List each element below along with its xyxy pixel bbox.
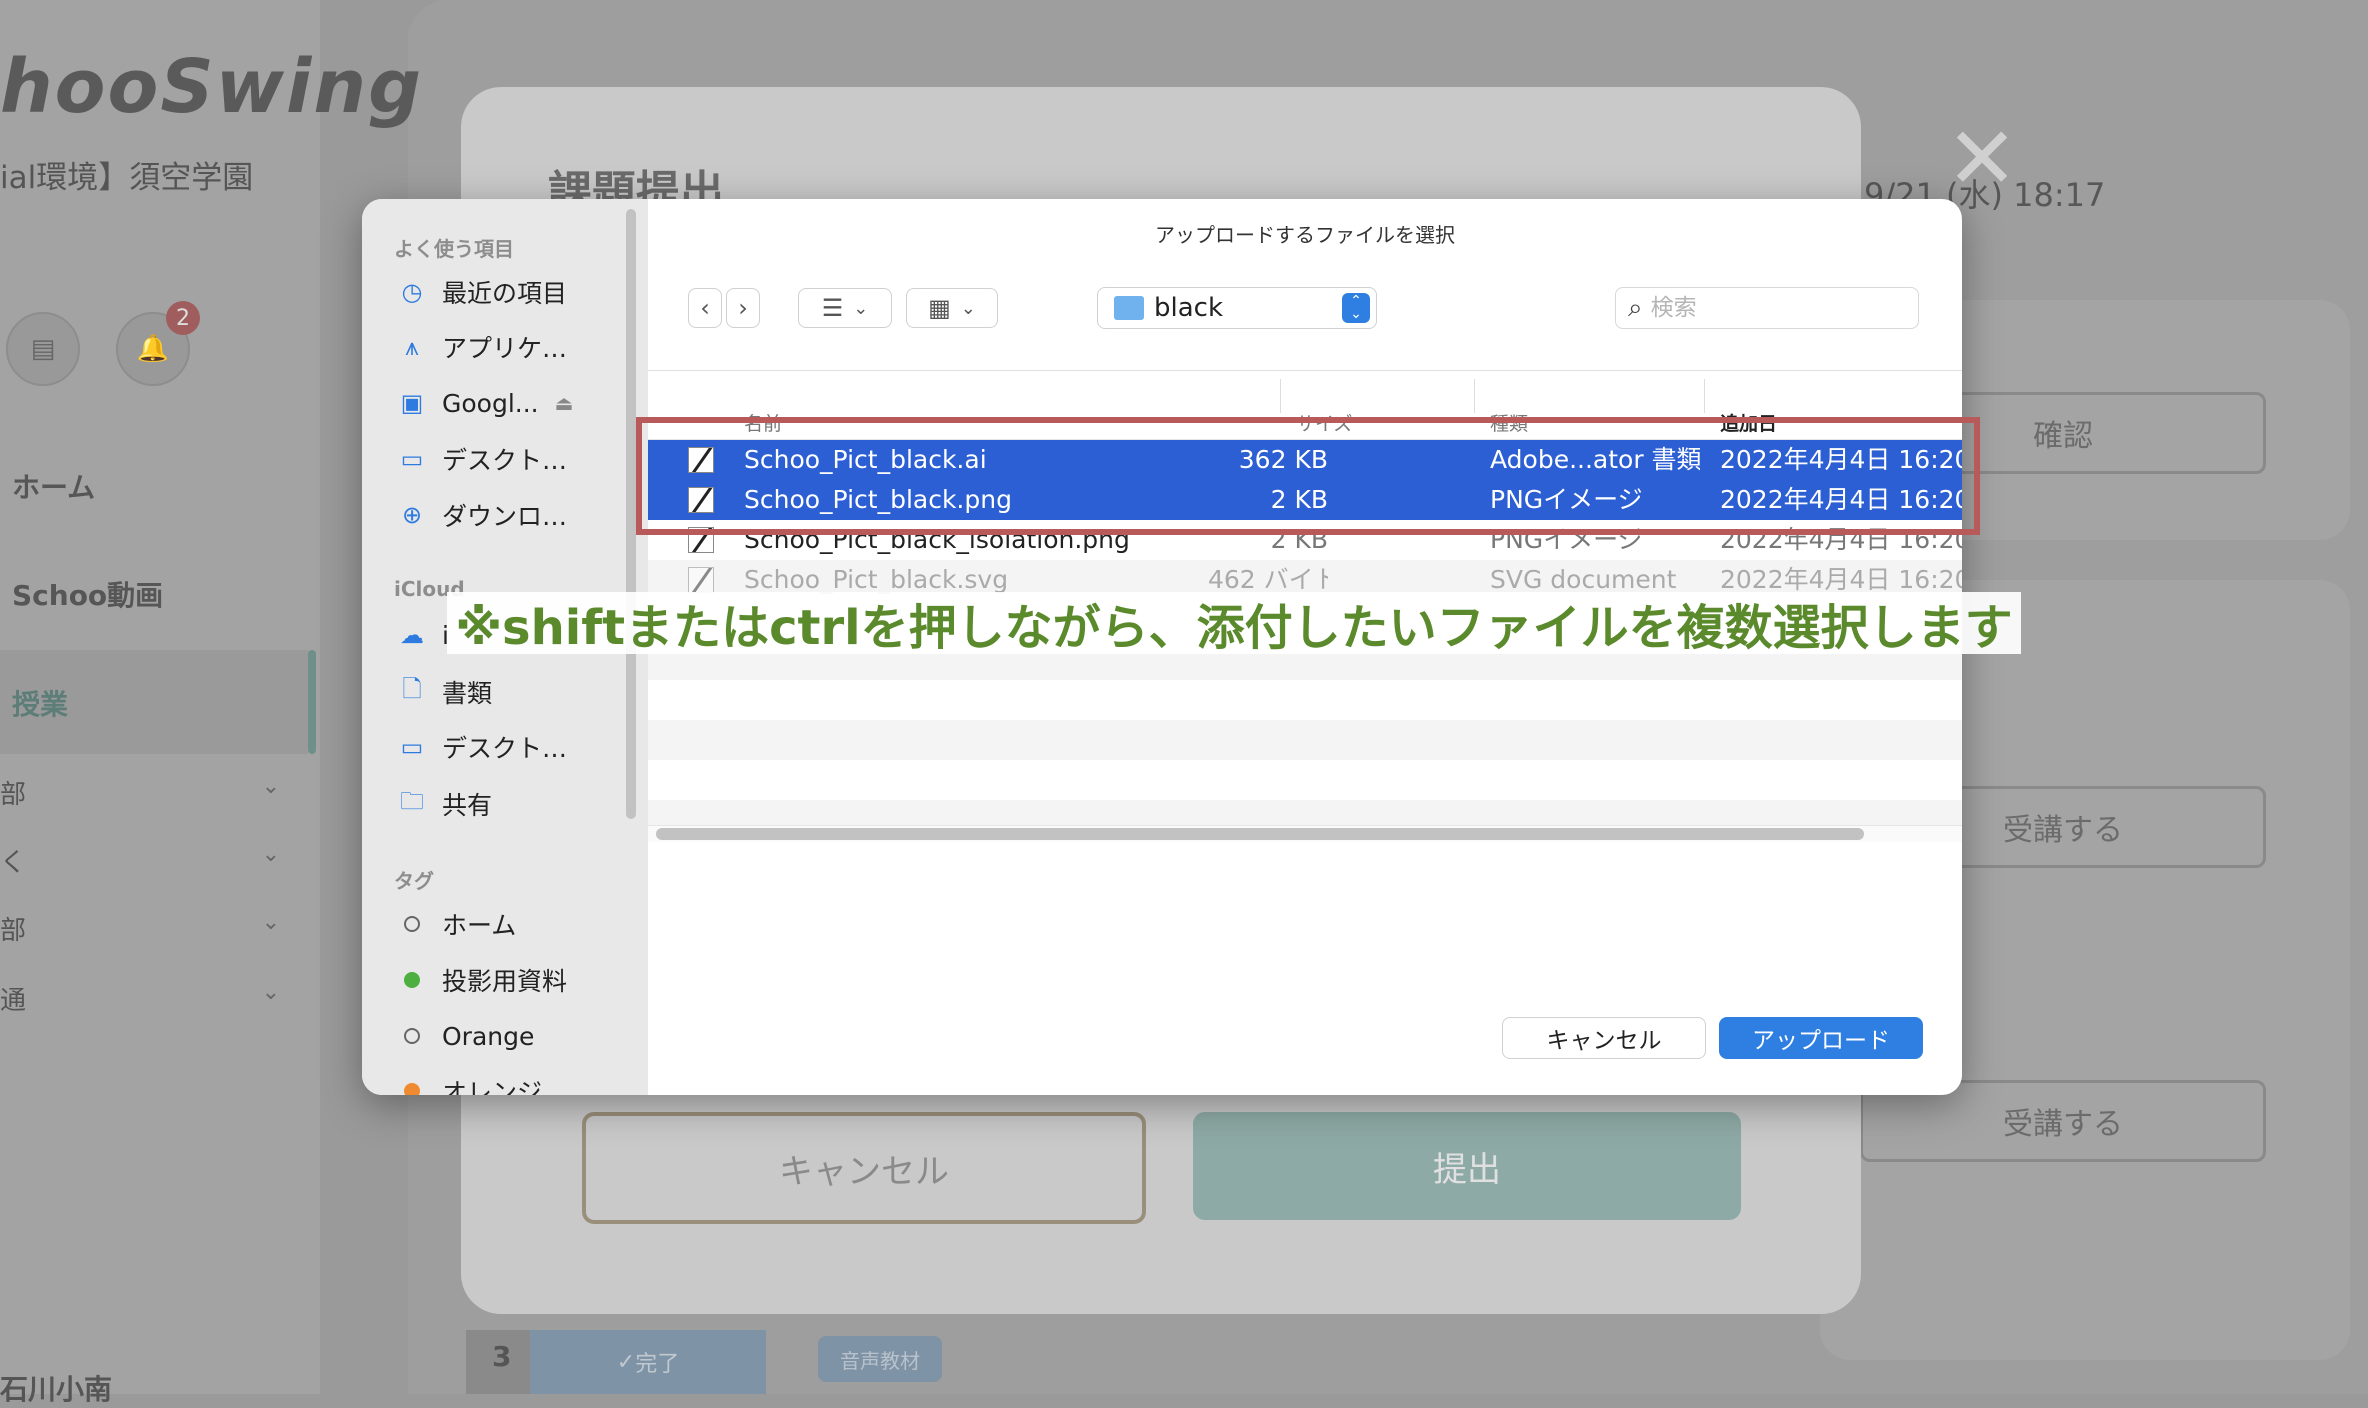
lesson-number: 3 [492,1340,512,1373]
forward-button[interactable]: › [726,288,760,328]
chevron-down-icon: ⌄ [261,910,280,935]
document-icon: 🗋 [402,674,422,703]
selection-highlight-box [636,417,1980,535]
folder-path-popup[interactable]: black ⌃ ⌄ [1097,287,1377,329]
search-icon: ⌕ [1628,292,1643,323]
apps-icon: ⩚ [405,333,419,361]
desktop-icon: ▭ [400,445,424,473]
sidebar-item-desktop[interactable]: ▭ デスクト… [394,439,567,479]
app-logo: hooSwing [0,44,424,130]
sidebar-item-shared[interactable]: 🗀 共有 [394,784,492,824]
sidebar-item-google-drive[interactable]: ▣ Googl... ⏏ [394,383,574,423]
tag-orange-dot-icon [404,1083,420,1095]
chevron-down-icon: ⌄ [261,980,280,1005]
tag-circle-icon [404,916,420,932]
empty-row [648,800,1962,825]
nav-lesson[interactable]: 授業 [12,683,68,723]
upload-button[interactable]: アップロード [1719,1017,1923,1059]
nav-sub-item[interactable]: 通 ⌄ [0,980,280,1017]
drive-icon: ▣ [400,389,424,417]
tag-green-dot-icon [404,972,420,988]
chevron-left-icon: ‹ [700,294,710,322]
sidebar-tag-orange-en[interactable]: Orange [394,1016,534,1056]
sidebar-tag-projection[interactable]: 投影用資料 [394,960,567,1000]
sidebar-item-downloads[interactable]: ⊕ ダウンロ… [394,495,567,535]
chevron-down-icon: ⌄ [261,774,280,799]
modal-cancel-button[interactable]: キャンセル [582,1112,1146,1224]
teacher-name: 石川小南 [0,1373,113,1406]
favorites-heading: よく使う項目 [394,237,514,261]
list-top-divider [648,370,1962,371]
chat-icon[interactable]: ▤ [6,312,80,386]
status-badge: ✓ 完了 [530,1330,766,1394]
column-divider [1280,379,1281,413]
search-field[interactable]: ⌕ [1615,287,1919,329]
desktop-icon: ▭ [400,733,424,761]
horizontal-scrollbar-thumb[interactable] [656,828,1864,840]
column-divider [1474,379,1475,413]
instruction-caption: ※shiftまたはctrlを押しながら、添付したいファイルを複数選択します [447,592,2021,656]
chevron-down-icon: ⌄ [853,297,869,319]
back-button[interactable]: ‹ [688,288,722,328]
close-icon[interactable]: ✕ [1946,116,2018,202]
dialog-cancel-button[interactable]: キャンセル [1502,1017,1706,1059]
empty-row [648,720,1962,760]
search-input[interactable] [1648,294,1873,322]
nav-home[interactable]: ホーム [12,466,95,506]
download-icon: ⊕ [401,501,423,529]
nav-sub-item[interactable]: 部 ⌄ [0,774,280,811]
sidebar-item-icloud-desktop[interactable]: ▭ デスクト… [394,727,567,767]
sidebar-item-apps[interactable]: ⩚ アプリケ… [394,327,567,367]
nav-sub-item[interactable]: く ⌄ [0,842,280,879]
folder-icon [1114,296,1144,320]
sidebar-tag-home[interactable]: ホーム [394,904,516,944]
nav-sub-item[interactable]: 部 ⌄ [0,910,280,947]
grid-view-button[interactable]: ▦ ⌄ [906,288,998,328]
list-icon: ☰ [821,294,844,322]
school-name: ial環境】須空学園 [0,160,254,196]
sidebar-item-icloud-drive[interactable]: ☁ i [394,615,449,655]
sidebar-item-recent[interactable]: ◷ 最近の項目 [394,272,568,312]
sidebar-tag-orange[interactable]: オレンジ [394,1071,542,1095]
dialog-title: アップロードするファイルを選択 [1155,223,1455,247]
chevron-down-icon: ⌄ [960,297,976,319]
eject-icon[interactable]: ⏏ [555,391,574,415]
chevron-right-icon: › [738,294,748,322]
tags-heading: タグ [394,869,434,893]
grid-icon: ▦ [928,294,951,322]
chevron-down-icon: ⌄ [261,842,280,867]
tag-circle-icon [404,1028,420,1044]
cloud-icon: ☁ [400,621,424,649]
modal-submit-button[interactable]: 提出 [1193,1112,1741,1220]
clock-icon: ◷ [401,278,423,306]
sidebar-scrollbar[interactable] [626,209,636,819]
current-folder-name: black [1154,293,1224,323]
sidebar-item-documents[interactable]: 🗋 書類 [394,672,492,712]
notification-badge: 2 [166,301,200,335]
list-view-button[interactable]: ☰ ⌄ [798,288,892,328]
nav-active-indicator [308,650,316,754]
shared-folder-icon: 🗀 [400,786,424,815]
column-divider [1704,379,1705,413]
nav-video[interactable]: Schoo動画 [12,574,163,614]
audio-badge: 音声教材 [818,1336,942,1382]
updown-chevron-icon: ⌃ ⌄ [1342,293,1370,323]
